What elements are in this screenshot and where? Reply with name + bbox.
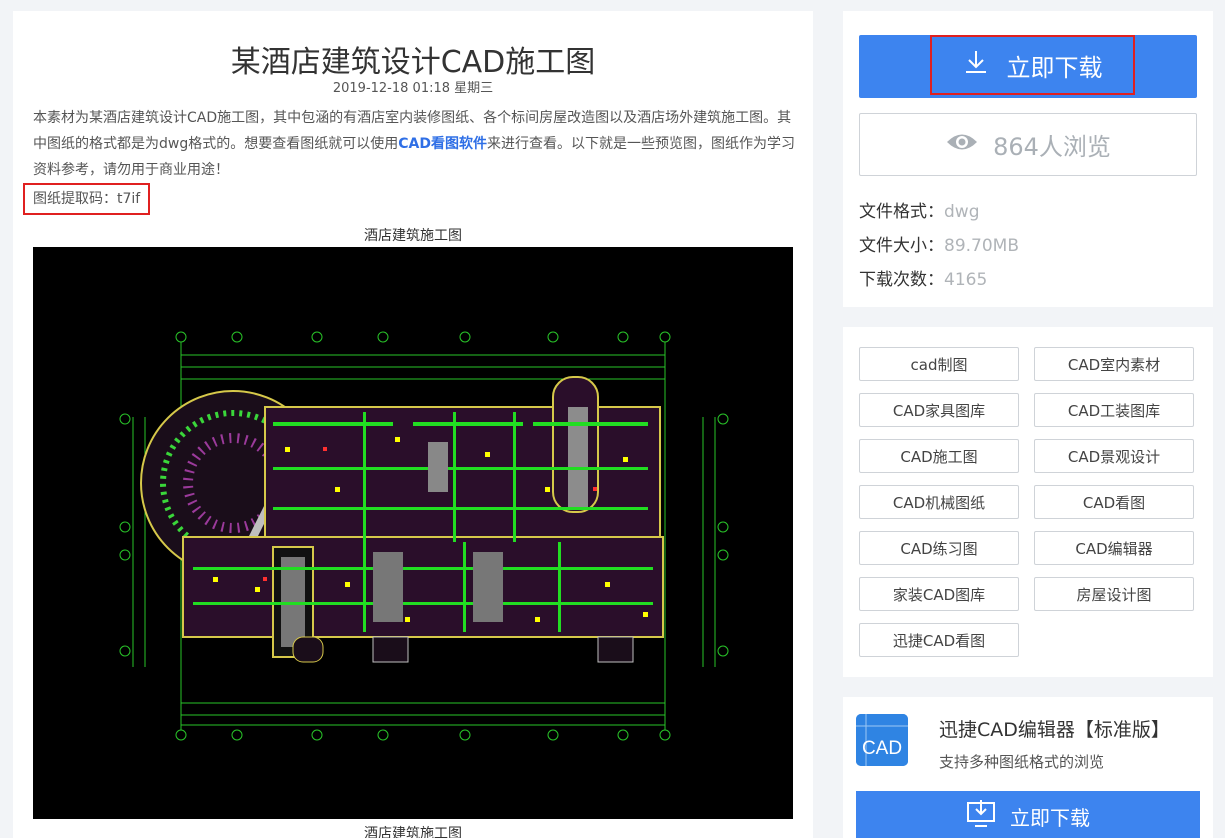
download-button[interactable]: 立即下载 bbox=[859, 35, 1197, 98]
tag-item[interactable]: CAD工装图库 bbox=[1034, 393, 1194, 427]
cad-app-icon[interactable]: CAD bbox=[856, 714, 908, 766]
app-promo-card: CAD 迅捷CAD编辑器【标准版】 支持多种图纸格式的浏览 立即下载 bbox=[843, 697, 1213, 838]
file-size-label: 文件大小： bbox=[859, 236, 944, 256]
views-suffix: 人浏览 bbox=[1038, 133, 1111, 161]
article-intro: 本素材为某酒店建筑设计CAD施工图，其中包涵的有酒店室内装修图纸、各个标间房屋改… bbox=[33, 105, 797, 183]
views-button[interactable]: 864人浏览 bbox=[859, 113, 1197, 176]
download-button-highlight[interactable]: 立即下载 bbox=[930, 35, 1135, 95]
file-format-label: 文件格式： bbox=[859, 202, 944, 222]
app-name[interactable]: 迅捷CAD编辑器【标准版】 bbox=[939, 715, 1170, 742]
extraction-code: 图纸提取码：t7if bbox=[23, 183, 151, 215]
image-caption-bottom: 酒店建筑施工图 bbox=[364, 826, 462, 838]
download-card: 立即下载 864人浏览 文件格式：dwg 文件大小：89.70MB 下载次数：4… bbox=[843, 11, 1213, 307]
monitor-download-icon bbox=[966, 799, 996, 833]
tag-item[interactable]: 家装CAD图库 bbox=[859, 577, 1019, 611]
download-count-row: 下载次数：4165 bbox=[859, 265, 987, 290]
app-download-button[interactable]: 立即下载 bbox=[856, 791, 1200, 838]
code-value: t7if bbox=[117, 191, 141, 207]
app-download-label: 立即下载 bbox=[1010, 805, 1090, 830]
eye-icon bbox=[945, 131, 979, 159]
tag-item[interactable]: CAD室内素材 bbox=[1034, 347, 1194, 381]
tag-item[interactable]: CAD景观设计 bbox=[1034, 439, 1194, 473]
image-caption-top: 酒店建筑施工图 bbox=[364, 228, 462, 244]
tag-item[interactable]: cad制图 bbox=[859, 347, 1019, 381]
file-format-row: 文件格式：dwg bbox=[859, 197, 980, 222]
app-icon-text: CAD bbox=[862, 738, 902, 759]
file-size-row: 文件大小：89.70MB bbox=[859, 231, 1019, 256]
cad-drawing-image bbox=[33, 247, 793, 819]
tag-item[interactable]: 房屋设计图 bbox=[1034, 577, 1194, 611]
app-description: 支持多种图纸格式的浏览 bbox=[939, 753, 1105, 771]
code-label: 图纸提取码： bbox=[33, 191, 117, 207]
tag-item[interactable]: 迅捷CAD看图 bbox=[859, 623, 1019, 657]
floor-plan-drawing bbox=[33, 247, 793, 819]
download-count-label: 下载次数： bbox=[859, 270, 944, 290]
download-arrow-icon bbox=[963, 49, 989, 81]
tag-item[interactable]: CAD施工图 bbox=[859, 439, 1019, 473]
tag-item[interactable]: CAD编辑器 bbox=[1034, 531, 1194, 565]
file-format-value: dwg bbox=[944, 202, 980, 222]
tags-card: cad制图 CAD室内素材 CAD家具图库 CAD工装图库 CAD施工图 CAD… bbox=[843, 327, 1213, 677]
download-count-value: 4165 bbox=[944, 270, 988, 290]
cad-viewer-link[interactable]: CAD看图软件 bbox=[398, 136, 487, 152]
tag-list: cad制图 CAD室内素材 CAD家具图库 CAD工装图库 CAD施工图 CAD… bbox=[859, 347, 1199, 657]
tag-item[interactable]: CAD看图 bbox=[1034, 485, 1194, 519]
article-card: 某酒店建筑设计CAD施工图 2019-12-18 01:18 星期三 本素材为某… bbox=[13, 11, 813, 838]
tag-item[interactable]: CAD家具图库 bbox=[859, 393, 1019, 427]
views-text: 864人浏览 bbox=[993, 127, 1111, 162]
file-size-value: 89.70MB bbox=[944, 236, 1019, 256]
tag-item[interactable]: CAD练习图 bbox=[859, 531, 1019, 565]
download-label: 立即下载 bbox=[1006, 53, 1103, 82]
article-date: 2019-12-18 01:18 星期三 bbox=[332, 81, 494, 96]
tag-item[interactable]: CAD机械图纸 bbox=[859, 485, 1019, 519]
views-count: 864 bbox=[993, 133, 1039, 161]
article-title: 某酒店建筑设计CAD施工图 bbox=[230, 45, 596, 80]
